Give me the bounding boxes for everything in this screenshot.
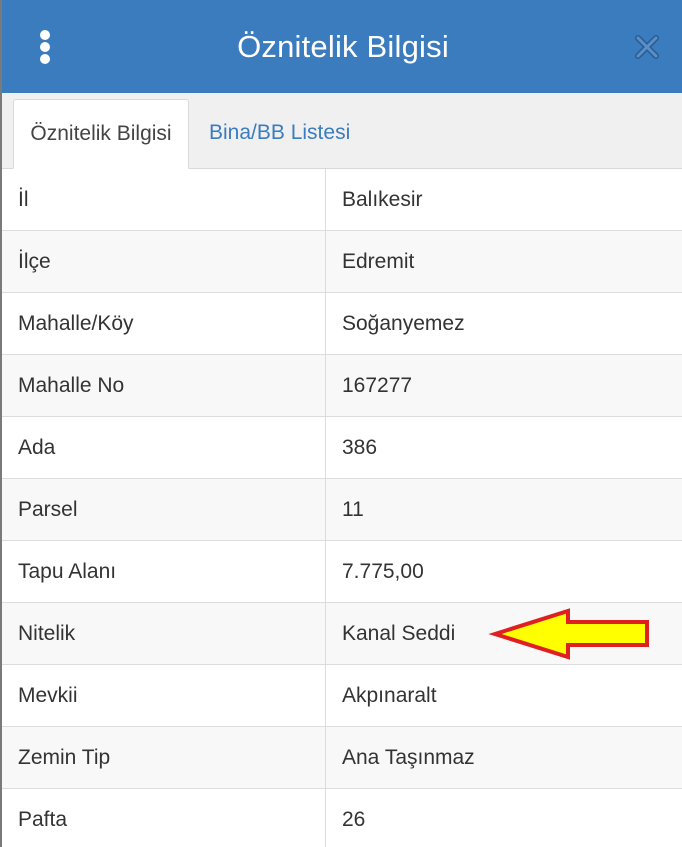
attribute-label: Mevkii bbox=[2, 665, 326, 726]
tab-bar: Öznitelik Bilgisi Bina/BB Listesi bbox=[2, 93, 682, 169]
attribute-label: Pafta bbox=[2, 789, 326, 847]
tab-attribute-info[interactable]: Öznitelik Bilgisi bbox=[13, 99, 189, 169]
attribute-value: 386 bbox=[342, 436, 378, 459]
table-row: Zemin Tip Ana Taşınmaz bbox=[2, 727, 682, 789]
attribute-table: İl Balıkesir İlçe Edremit Mahalle/Köy So… bbox=[2, 169, 682, 847]
table-row: Mahalle No 167277 bbox=[2, 355, 682, 417]
table-row: Parsel 11 bbox=[2, 479, 682, 541]
attribute-value: 7.775,00 bbox=[342, 560, 424, 583]
left-arrow-icon bbox=[488, 608, 649, 660]
attribute-label: İl bbox=[2, 169, 326, 230]
attribute-value: 167277 bbox=[342, 374, 413, 397]
table-row: Pafta 26 bbox=[2, 789, 682, 847]
close-button[interactable] bbox=[630, 30, 664, 64]
table-row: İl Balıkesir bbox=[2, 169, 682, 231]
table-row: Mahalle/Köy Soğanyemez bbox=[2, 293, 682, 355]
attribute-value: Ana Taşınmaz bbox=[342, 746, 475, 769]
attribute-label: Mahalle No bbox=[2, 355, 326, 416]
vertical-dots-icon bbox=[40, 30, 50, 40]
close-x-icon bbox=[635, 35, 659, 59]
table-row: Mevkii Akpınaralt bbox=[2, 665, 682, 727]
attribute-label: Nitelik bbox=[2, 603, 326, 664]
attribute-label: Mahalle/Köy bbox=[2, 293, 326, 354]
table-row: Ada 386 bbox=[2, 417, 682, 479]
attribute-value: Soğanyemez bbox=[342, 312, 465, 335]
attribute-label: Ada bbox=[2, 417, 326, 478]
panel-header: Öznitelik Bilgisi bbox=[2, 0, 682, 93]
vertical-dots-icon bbox=[40, 42, 50, 52]
table-row: İlçe Edremit bbox=[2, 231, 682, 293]
attribute-label: Zemin Tip bbox=[2, 727, 326, 788]
panel-title: Öznitelik Bilgisi bbox=[237, 29, 449, 64]
vertical-dots-icon bbox=[40, 54, 50, 64]
attribute-value: 26 bbox=[342, 808, 366, 831]
tab-building-list[interactable]: Bina/BB Listesi bbox=[209, 99, 350, 169]
attribute-value: Akpınaralt bbox=[342, 684, 437, 707]
attribute-label: İlçe bbox=[2, 231, 326, 292]
attribute-value: 11 bbox=[342, 498, 364, 521]
attribute-value: Balıkesir bbox=[342, 188, 423, 211]
attribute-value: Edremit bbox=[342, 250, 415, 273]
attribute-info-panel: Öznitelik Bilgisi Öznitelik Bilgisi Bina… bbox=[0, 0, 682, 847]
menu-button[interactable] bbox=[32, 26, 62, 66]
table-row: Tapu Alanı 7.775,00 bbox=[2, 541, 682, 603]
attribute-label: Tapu Alanı bbox=[2, 541, 326, 602]
attribute-label: Parsel bbox=[2, 479, 326, 540]
